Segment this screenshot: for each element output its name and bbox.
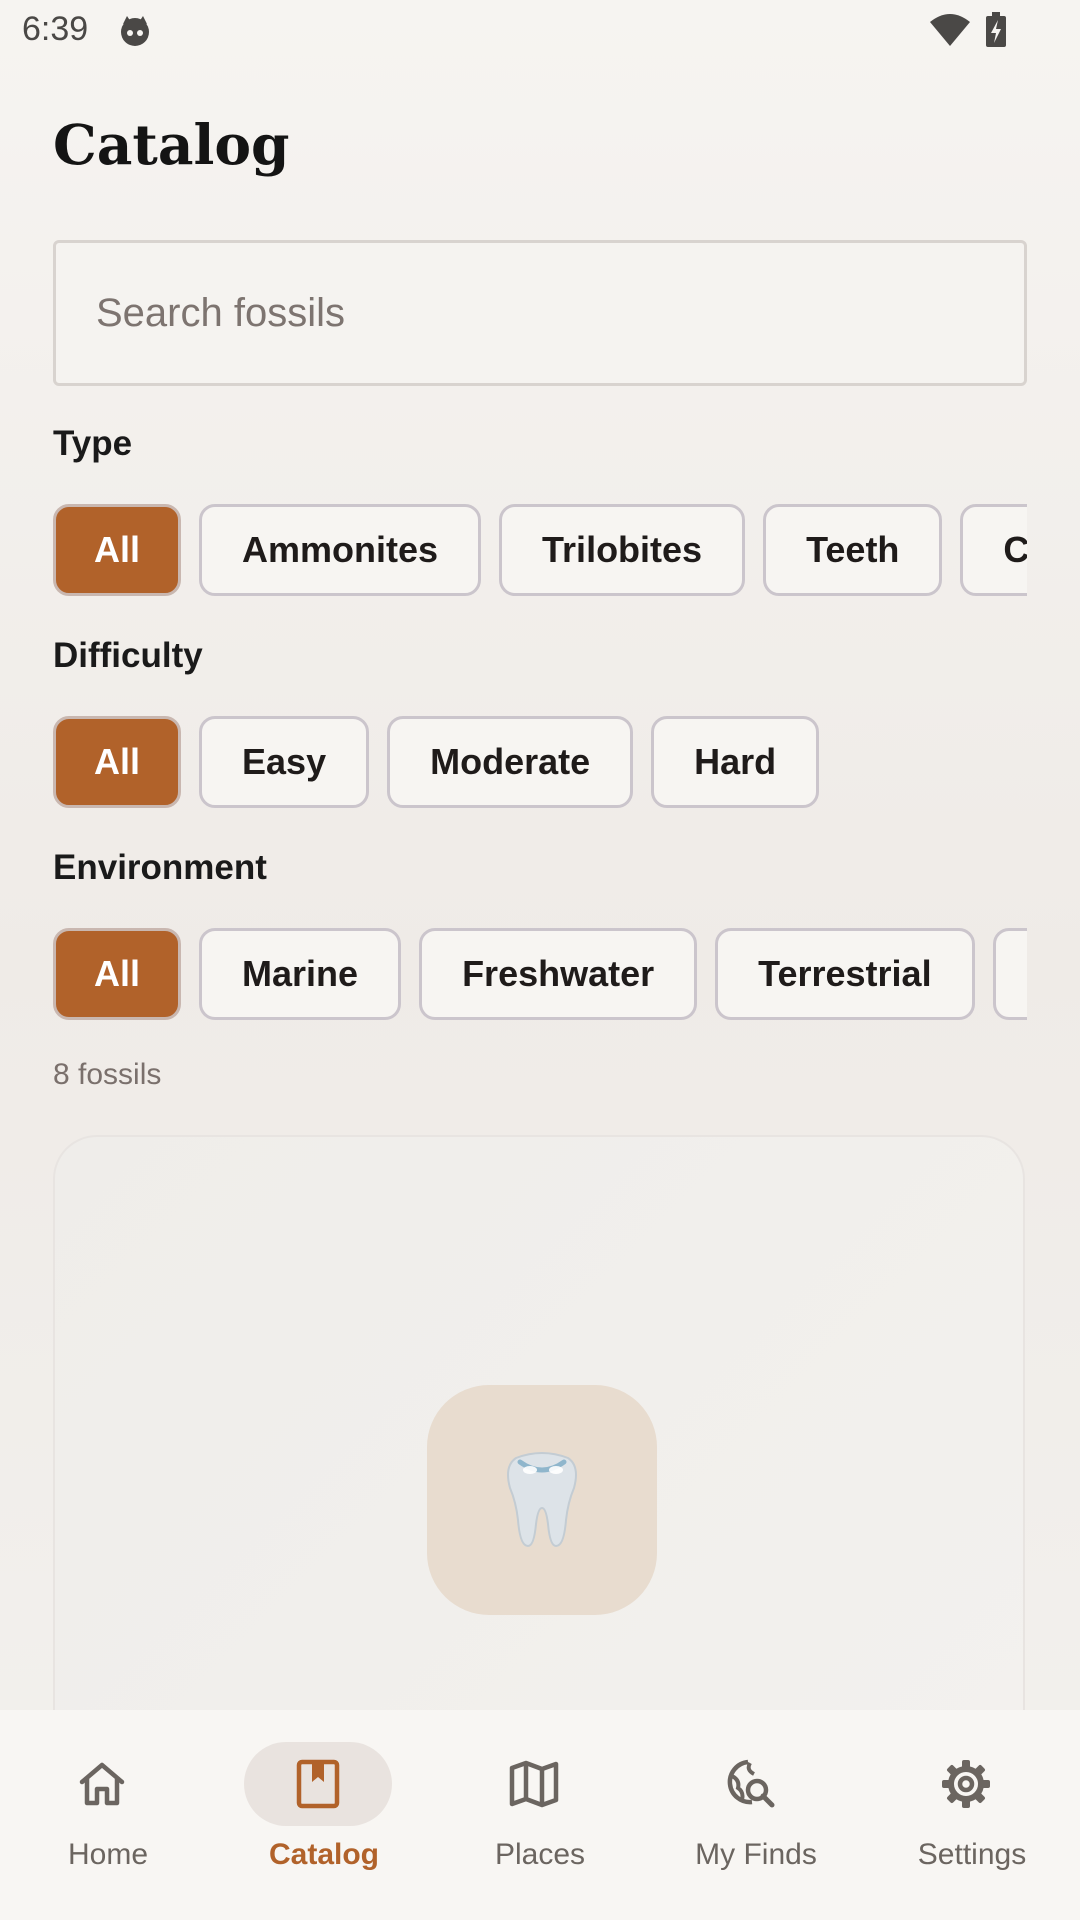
nav-item-settings[interactable]: Settings	[864, 1710, 1080, 1920]
type-chip-row[interactable]: AllAmmonitesTrilobitesTeethCo	[53, 504, 1027, 600]
status-time: 6:39	[22, 10, 89, 48]
catalog-icon	[296, 1759, 340, 1809]
battery-icon	[986, 12, 1006, 47]
fossil-count: 8 fossils	[53, 1058, 162, 1091]
difficulty-chip-moderate[interactable]: Moderate	[387, 716, 634, 808]
environment-chip-row[interactable]: AllMarineFreshwaterTerrestrialM	[53, 928, 1027, 1024]
environment-filter-label: Environment	[53, 848, 267, 887]
bottom-navigation: Home Catalog Places My Finds Settings	[0, 1710, 1080, 1920]
nav-item-home[interactable]: Home	[0, 1710, 216, 1920]
type-chip-all[interactable]: All	[53, 504, 182, 596]
type-chip-trilobites[interactable]: Trilobites	[499, 504, 746, 596]
environment-chip-freshwater[interactable]: Freshwater	[419, 928, 698, 1020]
type-filter-label: Type	[53, 424, 133, 463]
environment-chip-more[interactable]: M	[992, 928, 1027, 1020]
fossil-card[interactable]	[53, 1135, 1025, 1755]
difficulty-chip-easy[interactable]: Easy	[199, 716, 370, 808]
nav-label-my-finds: My Finds	[695, 1838, 817, 1871]
environment-chip-all[interactable]: All	[53, 928, 182, 1020]
type-chip-ammonites[interactable]: Ammonites	[199, 504, 482, 596]
difficulty-filter-label: Difficulty	[53, 636, 203, 675]
nav-label-settings: Settings	[917, 1838, 1027, 1871]
nav-item-my-finds[interactable]: My Finds	[648, 1710, 864, 1920]
environment-chip-marine[interactable]: Marine	[199, 928, 402, 1020]
nav-label-catalog: Catalog	[268, 1838, 379, 1871]
search-field[interactable]	[53, 240, 1027, 386]
map-icon	[509, 1760, 559, 1808]
home-icon	[79, 1762, 125, 1806]
page-title: Catalog	[53, 112, 290, 177]
nav-label-places: Places	[494, 1838, 586, 1871]
nav-label-home: Home	[67, 1838, 149, 1871]
difficulty-chip-hard[interactable]: Hard	[651, 716, 820, 808]
type-chip-corals[interactable]: Co	[960, 504, 1027, 596]
difficulty-chip-all[interactable]: All	[53, 716, 182, 808]
nav-item-places[interactable]: Places	[432, 1710, 648, 1920]
difficulty-chip-row[interactable]: All Easy Moderate Hard	[53, 716, 1027, 812]
environment-chip-terrestrial[interactable]: Terrestrial	[715, 928, 975, 1020]
fossil-thumbnail	[427, 1385, 657, 1615]
finds-icon	[727, 1759, 775, 1808]
type-chip-teeth[interactable]: Teeth	[763, 504, 943, 596]
status-bar: 6:39	[0, 0, 1080, 64]
gear-icon	[942, 1760, 990, 1808]
cat-notification-icon	[121, 16, 149, 46]
nav-item-catalog[interactable]: Catalog	[216, 1710, 432, 1920]
wifi-icon	[930, 14, 970, 46]
tooth-icon	[507, 1452, 577, 1548]
search-input[interactable]	[56, 243, 1024, 383]
